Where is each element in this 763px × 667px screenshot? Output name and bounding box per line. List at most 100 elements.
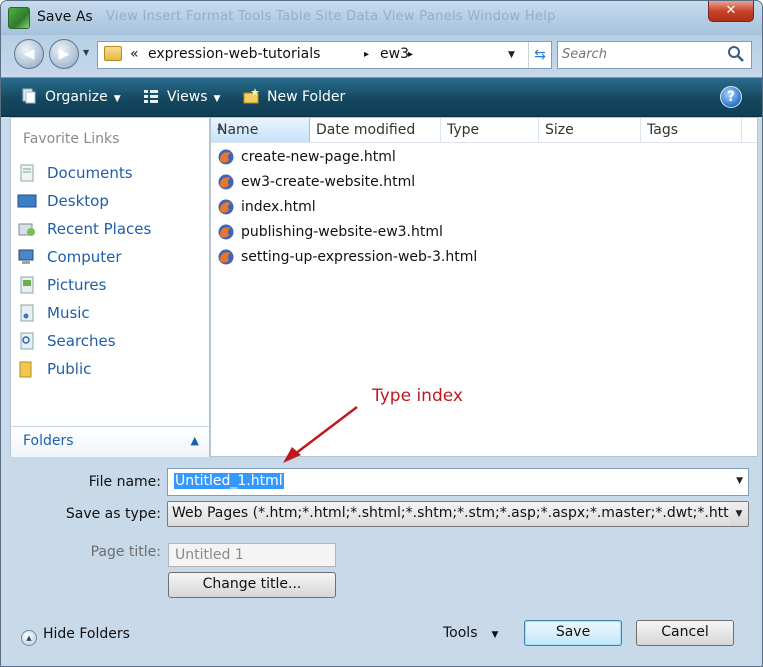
new-folder-icon [243, 88, 259, 104]
list-item[interactable]: ew3-create-website.html [215, 171, 575, 193]
save-as-dialog: Save As View Insert Format Tools Table S… [0, 0, 763, 667]
breadcrumb-item[interactable]: expression-web-tutorials [148, 46, 320, 62]
caret-down-icon: ▼ [491, 630, 499, 640]
chevron-down-icon[interactable]: ▼ [736, 476, 743, 486]
folders-toggle[interactable]: Folders ▲ [11, 426, 209, 457]
breadcrumb-separator[interactable]: ▸ [408, 49, 413, 60]
chevron-up-icon: ▲ [21, 630, 37, 646]
folder-icon [104, 46, 122, 61]
column-header-size[interactable]: Size [539, 118, 641, 142]
firefox-html-icon [218, 249, 234, 265]
page-title-label: Page title: [90, 544, 161, 560]
column-header-date-modified[interactable]: Date modified [310, 118, 441, 142]
file-name-input[interactable]: Untitled_1.html ▼ [167, 468, 749, 496]
file-name: index.html [241, 199, 316, 215]
nav-item-label: Recent Places [47, 220, 152, 238]
column-header-label: Size [545, 122, 574, 138]
refresh-icon[interactable]: ⇆ [528, 42, 551, 68]
organize-button[interactable]: Organize ▼ [21, 88, 121, 105]
page-title-field: Untitled 1 [168, 543, 336, 567]
list-item[interactable]: setting-up-expression-web-3.html [215, 246, 575, 268]
arrow-right-icon: ▶ [58, 46, 70, 62]
column-header-tags[interactable]: Tags [641, 118, 742, 142]
column-header-label: Tags [647, 122, 678, 138]
file-name-label: File name: [88, 474, 161, 490]
nav-item-label: Public [47, 360, 92, 378]
recent-places-icon [18, 223, 35, 236]
annotation-text: Type index [372, 386, 463, 406]
address-dropdown-icon[interactable]: ▼ [508, 50, 515, 60]
views-icon [144, 90, 158, 103]
nav-item-label: Documents [47, 164, 133, 182]
firefox-html-icon [218, 149, 234, 165]
save-button[interactable]: Save [524, 620, 622, 646]
arrow-left-icon: ◀ [23, 46, 35, 62]
nav-item-documents[interactable]: Documents [17, 162, 203, 184]
folders-label: Folders [23, 433, 74, 449]
save-as-type-label: Save as type: [65, 506, 161, 522]
caret-down-icon: ▼ [113, 94, 121, 104]
recent-pages-dropdown[interactable]: ▼ [83, 48, 89, 57]
column-header-name[interactable]: ▲ Name [211, 118, 310, 142]
help-icon[interactable]: ? [720, 86, 742, 108]
window-title: Save As [37, 9, 93, 25]
column-header-label: Type [447, 122, 480, 138]
music-icon [20, 304, 34, 322]
change-title-button[interactable]: Change title... [168, 572, 336, 598]
hide-folders-button[interactable]: ▲ Hide Folders [21, 626, 130, 646]
column-headers: ▲ Name Date modified Type Size Tags [211, 118, 757, 143]
caret-down-icon: ▼ [213, 94, 221, 104]
app-icon [8, 7, 30, 29]
command-bar: Organize ▼ Views ▼ New Folder ? [1, 77, 762, 117]
chevron-up-icon: ▲ [190, 434, 199, 447]
cancel-button[interactable]: Cancel [636, 620, 734, 646]
views-button[interactable]: Views ▼ [143, 88, 220, 105]
nav-item-desktop[interactable]: Desktop [17, 190, 203, 212]
nav-item-label: Searches [47, 332, 116, 350]
new-folder-button[interactable]: New Folder [243, 88, 345, 105]
page-title-value: Untitled 1 [175, 547, 244, 563]
nav-item-computer[interactable]: Computer [17, 246, 203, 268]
navigation-pane: Favorite Links Documents Desktop Recent … [10, 117, 210, 457]
file-name: publishing-website-ew3.html [241, 224, 443, 240]
file-name-value: Untitled_1.html [174, 473, 284, 489]
search-input[interactable] [558, 42, 718, 66]
tools-label: Tools [443, 625, 478, 641]
breadcrumb-separator[interactable]: ▸ [364, 49, 369, 60]
searches-icon [20, 332, 34, 350]
list-item[interactable]: publishing-website-ew3.html [215, 221, 575, 243]
background-menu-ghost: View Insert Format Tools Table Site Data… [106, 9, 556, 24]
firefox-html-icon [218, 199, 234, 215]
nav-item-searches[interactable]: Searches [17, 330, 203, 352]
list-item[interactable]: create-new-page.html [215, 146, 575, 168]
nav-item-recent-places[interactable]: Recent Places [17, 218, 203, 240]
organize-icon [22, 88, 36, 104]
search-box[interactable] [557, 41, 752, 69]
list-item[interactable]: index.html [215, 196, 575, 218]
column-header-label: Name [217, 122, 259, 138]
save-as-type-select[interactable]: Web Pages (*.htm;*.html;*.shtml;*.shtm;*… [167, 501, 749, 527]
column-header-type[interactable]: Type [441, 118, 539, 142]
desktop-icon [17, 194, 37, 208]
file-name: ew3-create-website.html [241, 174, 416, 190]
nav-item-pictures[interactable]: Pictures [17, 274, 203, 296]
organize-label: Organize [45, 89, 108, 105]
breadcrumb-overflow[interactable]: « [130, 46, 139, 62]
close-button[interactable]: ✕ [708, 1, 754, 22]
search-icon[interactable] [727, 45, 745, 63]
nav-item-public[interactable]: Public [17, 358, 203, 380]
pictures-icon [20, 276, 34, 294]
back-button[interactable]: ◀ [14, 39, 44, 69]
chevron-down-icon[interactable]: ▼ [730, 502, 748, 526]
breadcrumb-item[interactable]: ew3 [380, 46, 409, 62]
column-header-label: Date modified [316, 122, 416, 138]
new-folder-label: New Folder [267, 89, 346, 105]
save-as-type-value: Web Pages (*.htm;*.html;*.shtml;*.shtm;*… [172, 505, 749, 521]
nav-item-music[interactable]: Music [17, 302, 203, 324]
tools-menu-button[interactable]: Tools ▼ [443, 625, 498, 641]
forward-button[interactable]: ▶ [49, 39, 79, 69]
favorite-links-header: Favorite Links [23, 131, 120, 147]
address-bar[interactable]: « expression-web-tutorials ▸ ew3 ▸ ▼ ⇆ [97, 41, 552, 69]
firefox-html-icon [218, 174, 234, 190]
nav-item-label: Computer [47, 248, 122, 266]
